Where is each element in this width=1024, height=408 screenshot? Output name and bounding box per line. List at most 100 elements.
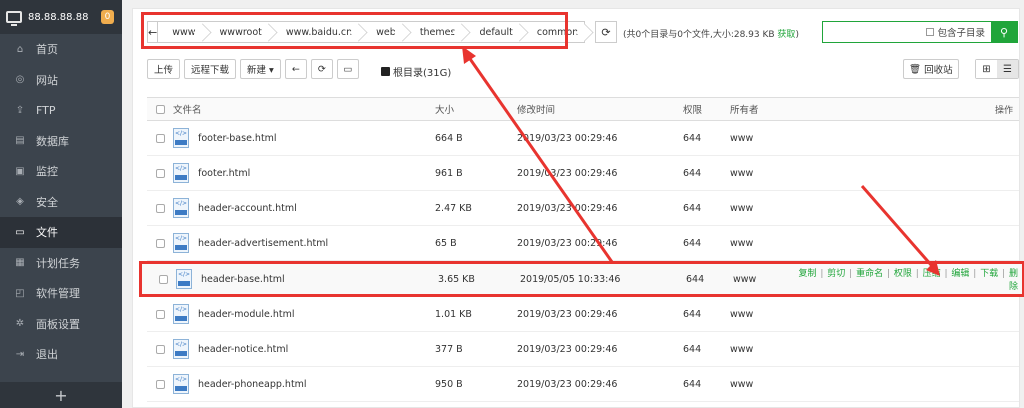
- sidebar-item-monitor[interactable]: ▣ 监控: [0, 156, 122, 187]
- sidebar-menu: ⌂ 首页 ◎ 网站 ⇪ FTP ▤ 数据库 ▣ 监控 ◈ 安全 ▭ 文件 ▦ 计划任务 ◰ 软件管…: [0, 34, 122, 370]
- row-checkbox[interactable]: [158, 274, 168, 284]
- row-checkbox[interactable]: [155, 344, 165, 354]
- file-perm[interactable]: 644: [683, 238, 730, 249]
- ftp-icon: ⇪: [15, 104, 25, 116]
- download-link[interactable]: 下载: [980, 269, 998, 279]
- grid-icon: ⊞: [982, 63, 991, 75]
- file-perm[interactable]: 644: [683, 379, 730, 390]
- compress-link[interactable]: 压缩: [923, 269, 941, 279]
- sidebar-item-label: 退出: [36, 348, 58, 362]
- sidebar-item-label: 首页: [36, 43, 58, 57]
- row-checkbox[interactable]: [155, 379, 165, 389]
- table-row[interactable]: footer.html 961 B 2019/03/23 00:29:46 64…: [147, 156, 1019, 191]
- sidebar-item-home[interactable]: ⌂ 首页: [0, 34, 122, 65]
- file-mtime: 2019/03/23 00:29:46: [517, 167, 618, 179]
- file-table: 文件名 大小 修改时间 权限 所有者 操作 footer-base.html 6…: [139, 97, 1024, 402]
- path-refresh-button[interactable]: ⟳: [595, 21, 617, 43]
- fetch-size-link[interactable]: 获取: [777, 30, 795, 40]
- file-name[interactable]: footer-base.html: [198, 133, 277, 144]
- copy-link[interactable]: 复制: [799, 269, 817, 279]
- html-file-icon: [173, 128, 189, 148]
- notification-badge[interactable]: 0: [101, 10, 114, 24]
- root-directory-link[interactable]: 根目录(31G): [381, 64, 451, 79]
- delete-link[interactable]: 删除: [1009, 269, 1018, 292]
- table-row[interactable]: header-module.html 1.01 KB 2019/03/23 00…: [147, 297, 1019, 332]
- refresh-button[interactable]: ⟳: [310, 59, 333, 79]
- shield-icon: ◈: [16, 196, 24, 208]
- table-row[interactable]: footer-base.html 664 B 2019/03/23 00:29:…: [147, 121, 1019, 156]
- include-subdir-label: 包含子目录: [937, 28, 985, 39]
- sidebar-item-logout[interactable]: ⇥ 退出: [0, 339, 122, 370]
- file-perm[interactable]: 644: [683, 309, 730, 320]
- html-file-icon: [173, 339, 189, 359]
- sidebar-item-website[interactable]: ◎ 网站: [0, 65, 122, 96]
- file-name[interactable]: header-advertisement.html: [198, 238, 328, 249]
- file-perm[interactable]: 644: [683, 168, 730, 179]
- file-mtime: 2019/05/05 10:33:46: [520, 273, 621, 285]
- file-size: 2.47 KB: [435, 202, 472, 214]
- folder-icon: ▭: [15, 226, 25, 238]
- file-owner: www: [730, 132, 754, 144]
- sidebar-item-label: 网站: [36, 73, 58, 87]
- list-view-button[interactable]: ☰: [997, 60, 1018, 78]
- column-header-name[interactable]: 文件名: [173, 102, 435, 116]
- back-button[interactable]: ←: [284, 59, 307, 79]
- column-header-time[interactable]: 修改时间: [517, 102, 683, 116]
- file-name[interactable]: header-module.html: [198, 309, 295, 320]
- rename-link[interactable]: 重命名: [856, 269, 883, 279]
- table-row[interactable]: header-advertisement.html 65 B 2019/03/2…: [147, 226, 1019, 261]
- row-checkbox[interactable]: [155, 168, 165, 178]
- new-dropdown-button[interactable]: 新建 ▾: [240, 59, 281, 79]
- recycle-bin-button[interactable]: 🗑 回收站: [903, 59, 959, 79]
- permission-link[interactable]: 权限: [894, 269, 912, 279]
- row-checkbox[interactable]: [155, 309, 165, 319]
- grid-view-button[interactable]: ⊞: [976, 60, 997, 78]
- file-size: 950 B: [435, 378, 463, 390]
- table-row-highlighted[interactable]: header-base.html 3.65 KB 2019/05/05 10:3…: [139, 261, 1024, 297]
- row-checkbox[interactable]: [155, 203, 165, 213]
- table-row[interactable]: header-account.html 2.47 KB 2019/03/23 0…: [147, 191, 1019, 226]
- sidebar-item-software[interactable]: ◰ 软件管理: [0, 278, 122, 309]
- sidebar-item-security[interactable]: ◈ 安全: [0, 187, 122, 218]
- server-ip: 88.88.88.88: [28, 11, 89, 23]
- file-owner: www: [730, 202, 754, 214]
- file-name[interactable]: footer.html: [198, 168, 250, 179]
- sidebar-item-files[interactable]: ▭ 文件: [0, 217, 122, 248]
- search-input[interactable]: 包含子目录: [823, 22, 991, 42]
- monitor-icon: [6, 11, 22, 26]
- sidebar-item-label: 监控: [36, 165, 58, 179]
- include-subdir-checkbox[interactable]: [926, 28, 935, 36]
- file-perm[interactable]: 644: [686, 274, 733, 285]
- terminal-button[interactable]: ▭: [336, 59, 359, 79]
- file-name[interactable]: header-account.html: [198, 203, 297, 214]
- file-size: 377 B: [435, 343, 463, 355]
- remote-download-button[interactable]: 远程下载: [184, 59, 237, 79]
- file-perm[interactable]: 644: [683, 203, 730, 214]
- sidebar-item-database[interactable]: ▤ 数据库: [0, 126, 122, 157]
- add-button[interactable]: +: [0, 382, 122, 408]
- select-all-checkbox[interactable]: [155, 104, 165, 114]
- sidebar-item-label: 安全: [36, 195, 58, 209]
- file-size: 3.65 KB: [438, 273, 475, 285]
- row-checkbox[interactable]: [155, 133, 165, 143]
- table-row[interactable]: header-notice.html 377 B 2019/03/23 00:2…: [147, 332, 1019, 367]
- sidebar-item-cron[interactable]: ▦ 计划任务: [0, 248, 122, 279]
- file-perm[interactable]: 644: [683, 133, 730, 144]
- file-perm[interactable]: 644: [683, 344, 730, 355]
- edit-link[interactable]: 编辑: [951, 269, 969, 279]
- database-icon: ▤: [15, 135, 25, 147]
- upload-button[interactable]: 上传: [147, 59, 181, 79]
- file-name[interactable]: header-notice.html: [198, 344, 288, 355]
- sidebar-item-settings[interactable]: ✲ 面板设置: [0, 309, 122, 340]
- globe-icon: ◎: [15, 74, 25, 86]
- file-name[interactable]: header-phoneapp.html: [198, 379, 307, 390]
- view-toggle: ⊞ ☰: [975, 59, 1019, 79]
- row-checkbox[interactable]: [155, 238, 165, 248]
- table-row[interactable]: header-phoneapp.html 950 B 2019/03/23 00…: [147, 367, 1019, 402]
- cut-link[interactable]: 剪切: [827, 269, 845, 279]
- sidebar-item-ftp[interactable]: ⇪ FTP: [0, 95, 122, 126]
- arrow-left-icon: ←: [291, 63, 300, 75]
- column-header-size[interactable]: 大小: [435, 102, 517, 116]
- search-button[interactable]: ⚲: [991, 22, 1017, 42]
- file-name[interactable]: header-base.html: [201, 274, 285, 285]
